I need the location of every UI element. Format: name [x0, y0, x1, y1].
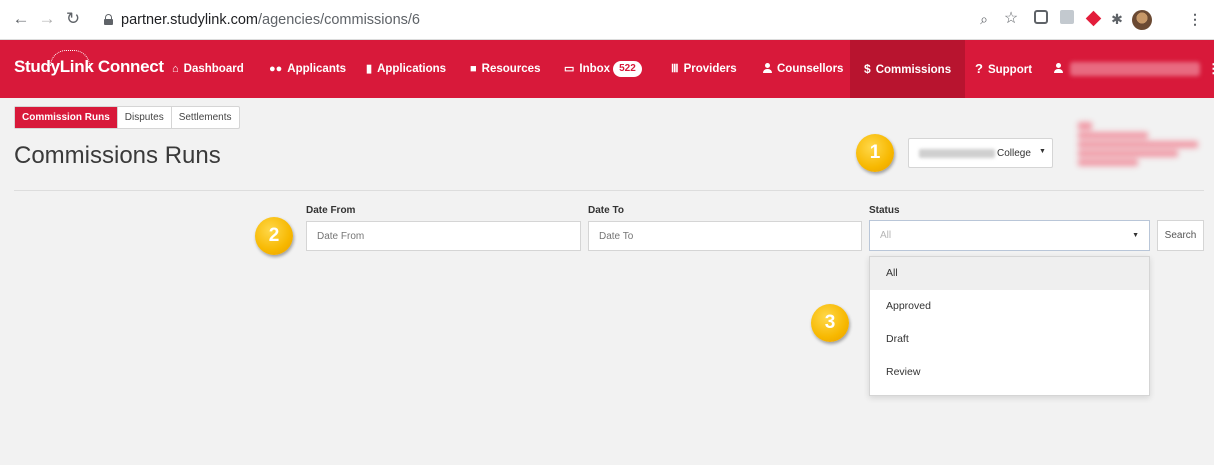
users-icon: ●●: [269, 63, 283, 75]
nav-dashboard-label: Dashboard: [183, 63, 244, 75]
nav-inbox-label: Inbox: [579, 63, 611, 75]
nav-user-menu[interactable]: [1054, 40, 1068, 98]
back-arrow-icon[interactable]: ←: [10, 8, 32, 30]
inbox-icon: ▭: [564, 63, 575, 75]
folder-icon: ■: [470, 63, 477, 75]
college-name-redacted: [919, 149, 995, 158]
nav-resources[interactable]: ■ Resources: [470, 40, 540, 98]
date-to-input[interactable]: [588, 221, 862, 251]
step-2-badge: 2: [255, 217, 293, 255]
puzzle-icon[interactable]: ✱: [1108, 10, 1126, 28]
chevron-down-icon: ▼: [1039, 148, 1046, 155]
browser-toolbar: ← → ↻ partner.studylink.com/agencies/com…: [0, 0, 1214, 40]
status-dropdown: All Approved Draft Review: [869, 256, 1150, 396]
nav-commissions-label: Commissions: [875, 64, 952, 76]
kebab-menu-icon[interactable]: ⋮: [1186, 10, 1204, 28]
status-label: Status: [869, 205, 900, 216]
status-option-review[interactable]: Review: [870, 356, 1149, 389]
nav-dashboard[interactable]: ⌂ Dashboard: [172, 40, 244, 98]
tab-disputes[interactable]: Disputes: [118, 107, 172, 128]
star-icon[interactable]: ☆: [1002, 10, 1020, 28]
nav-applicants[interactable]: ●● Applicants: [269, 40, 346, 98]
studylink-logo[interactable]: StudyLink Connect: [14, 50, 164, 77]
logo-arc: [50, 50, 90, 66]
nav-providers-label: Providers: [683, 63, 737, 75]
status-select-value: All: [880, 230, 892, 241]
date-from-input[interactable]: [306, 221, 581, 251]
user-icon: [763, 63, 772, 73]
nav-applicants-label: Applicants: [287, 63, 347, 75]
status-option-approved[interactable]: Approved: [870, 290, 1149, 323]
extension-icon[interactable]: [1032, 10, 1050, 28]
inbox-count-badge: 522: [613, 61, 642, 77]
nav-applications-label: Applications: [377, 63, 447, 75]
nav-resources-label: Resources: [481, 63, 541, 75]
page-title: Commissions Runs: [14, 142, 221, 169]
nav-applications[interactable]: ▮ Applications: [366, 40, 446, 98]
chevron-down-icon: ▼: [1132, 232, 1139, 239]
forward-arrow-icon[interactable]: →: [36, 8, 58, 30]
nav-counsellors-label: Counsellors: [777, 63, 844, 75]
user-icon: [1054, 63, 1063, 73]
zoom-icon[interactable]: ⌕: [975, 10, 993, 28]
dollar-icon: $: [864, 62, 871, 76]
extension-icon[interactable]: [1084, 10, 1102, 28]
status-option-all[interactable]: All: [870, 257, 1149, 290]
step-3-badge: 3: [811, 304, 849, 342]
url-path: /agencies/commissions/6: [258, 12, 421, 28]
main-navbar: StudyLink Connect ⌂ Dashboard ●● Applicant…: [0, 40, 1214, 98]
header-divider: [14, 190, 1204, 191]
nav-support-label: Support: [987, 64, 1033, 76]
date-from-label: Date From: [306, 205, 356, 216]
extension-icon[interactable]: [1058, 10, 1076, 28]
file-icon: ▮: [366, 63, 373, 75]
date-to-label: Date To: [588, 205, 624, 216]
college-select-value: College: [997, 148, 1031, 159]
nav-commissions[interactable]: $ Commissions: [850, 40, 966, 98]
question-icon: ?: [975, 61, 983, 76]
tab-settlements[interactable]: Settlements: [172, 107, 239, 128]
institution-icon: Ⅲ: [671, 63, 679, 75]
nav-support[interactable]: ? Support: [975, 40, 1032, 98]
search-button[interactable]: Search: [1157, 220, 1204, 251]
profile-avatar[interactable]: [1132, 10, 1152, 30]
home-icon: ⌂: [172, 63, 179, 75]
step-1-badge: 1: [856, 134, 894, 172]
address-bar[interactable]: partner.studylink.com/agencies/commissio…: [104, 6, 944, 34]
more-menu-icon[interactable]: ⋮: [1207, 40, 1214, 98]
redacted-info: [1078, 122, 1204, 170]
nav-inbox[interactable]: ▭ Inbox 522: [564, 40, 642, 98]
status-option-draft[interactable]: Draft: [870, 323, 1149, 356]
url-host: partner.studylink.com: [121, 12, 259, 28]
nav-counsellors[interactable]: Counsellors: [763, 40, 843, 98]
user-name-redacted: [1070, 62, 1200, 76]
status-select[interactable]: All ▼: [869, 220, 1150, 251]
lock-icon: [104, 14, 113, 25]
nav-providers[interactable]: Ⅲ Providers: [671, 40, 737, 98]
reload-icon[interactable]: ↻: [62, 8, 84, 30]
college-select[interactable]: College ▼: [908, 138, 1053, 168]
tab-commission-runs[interactable]: Commission Runs: [15, 107, 118, 128]
commission-tabs: Commission Runs Disputes Settlements: [14, 106, 240, 129]
